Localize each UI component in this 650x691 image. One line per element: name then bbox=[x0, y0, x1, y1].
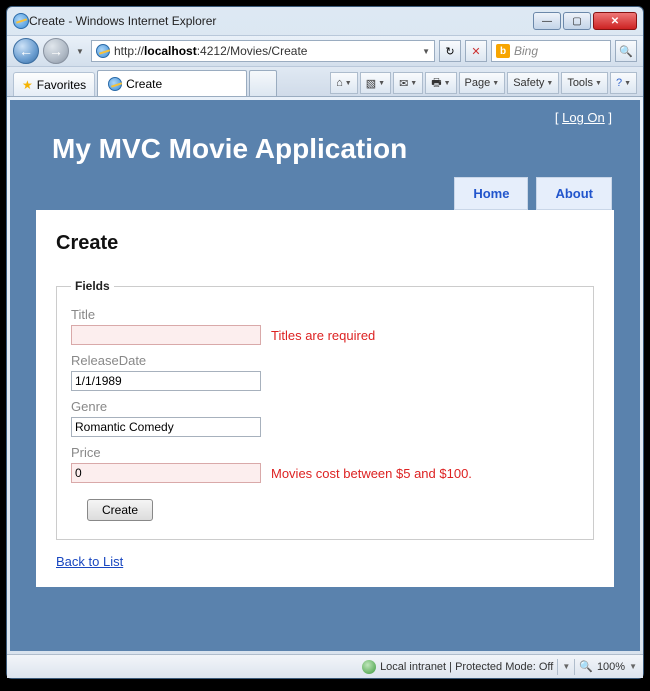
zone-text: Local intranet | Protected Mode: Off bbox=[380, 661, 553, 673]
home-toolbar-button[interactable]: ⌂▼ bbox=[330, 72, 358, 94]
favorites-label: Favorites bbox=[37, 78, 86, 92]
logon-bracket-close: ] bbox=[605, 110, 612, 125]
price-input[interactable] bbox=[71, 463, 261, 483]
ie-window: Create - Windows Internet Explorer — ▢ ✕… bbox=[6, 6, 644, 679]
back-button[interactable]: ← bbox=[13, 38, 39, 64]
feeds-button[interactable]: ▧▼ bbox=[360, 72, 391, 94]
fieldset-legend: Fields bbox=[71, 279, 114, 293]
tools-menu[interactable]: Tools▼ bbox=[561, 72, 608, 94]
rss-icon: ▧ bbox=[366, 77, 376, 90]
nav-home[interactable]: Home bbox=[454, 177, 528, 210]
url-text: http://localhost:4212/Movies/Create bbox=[114, 44, 418, 58]
logon-row: [ Log On ] bbox=[10, 100, 640, 129]
home-icon: ⌂ bbox=[336, 77, 343, 89]
favorites-button[interactable]: ★ Favorites bbox=[13, 72, 95, 96]
stop-button[interactable]: ✕ bbox=[465, 40, 487, 62]
search-box[interactable]: b Bing bbox=[491, 40, 611, 62]
tab-favicon bbox=[108, 77, 122, 91]
releasedate-input[interactable] bbox=[71, 371, 261, 391]
price-label: Price bbox=[71, 445, 579, 460]
search-placeholder: Bing bbox=[514, 44, 538, 58]
title-error: Titles are required bbox=[271, 328, 375, 343]
zone-icon bbox=[362, 660, 376, 674]
logon-link[interactable]: Log On bbox=[562, 110, 605, 125]
new-tab-button[interactable] bbox=[249, 70, 277, 96]
address-bar[interactable]: http://localhost:4212/Movies/Create ▼ bbox=[91, 40, 435, 62]
address-dropdown-icon[interactable]: ▼ bbox=[422, 47, 430, 56]
protected-mode-dropdown[interactable]: ▼ bbox=[562, 662, 570, 671]
create-button[interactable]: Create bbox=[87, 499, 153, 521]
app-title: My MVC Movie Application bbox=[10, 129, 640, 177]
page-icon bbox=[96, 44, 110, 58]
window-title: Create - Windows Internet Explorer bbox=[29, 14, 533, 28]
safety-menu-label: Safety bbox=[513, 77, 544, 89]
tab-create[interactable]: Create bbox=[97, 70, 247, 96]
back-to-list-link[interactable]: Back to List bbox=[56, 554, 594, 569]
help-button[interactable]: ?▼ bbox=[610, 72, 637, 94]
page-menu-label: Page bbox=[465, 77, 491, 89]
tabs-row: ★ Favorites Create ⌂▼ ▧▼ ✉▼ 🖶▼ Page▼ Saf… bbox=[7, 67, 643, 97]
releasedate-label: ReleaseDate bbox=[71, 353, 579, 368]
url-scheme: http:// bbox=[114, 44, 144, 58]
safety-menu[interactable]: Safety▼ bbox=[507, 72, 559, 94]
mail-icon: ✉ bbox=[399, 77, 408, 90]
print-icon: 🖶 bbox=[431, 74, 441, 93]
maximize-button[interactable]: ▢ bbox=[563, 12, 591, 30]
nav-history-dropdown[interactable]: ▼ bbox=[73, 41, 87, 61]
tools-menu-label: Tools bbox=[567, 77, 593, 89]
minimize-button[interactable]: — bbox=[533, 12, 561, 30]
page-heading: Create bbox=[56, 232, 594, 255]
page-viewport[interactable]: [ Log On ] My MVC Movie Application Home… bbox=[10, 100, 640, 651]
search-go-button[interactable]: 🔍 bbox=[615, 40, 637, 62]
window-buttons: — ▢ ✕ bbox=[533, 12, 637, 30]
page-menu[interactable]: Page▼ bbox=[459, 72, 506, 94]
url-host: localhost bbox=[144, 44, 197, 58]
navbar: Home About bbox=[10, 177, 640, 210]
genre-input[interactable] bbox=[71, 417, 261, 437]
zoom-dropdown[interactable]: ▼ bbox=[629, 662, 637, 671]
content-area: [ Log On ] My MVC Movie Application Home… bbox=[7, 97, 643, 654]
fields-fieldset: Fields Title Titles are required Release… bbox=[56, 279, 594, 540]
ie-icon bbox=[13, 13, 29, 29]
zoom-icon: 🔍 bbox=[579, 660, 593, 673]
tab-title: Create bbox=[126, 77, 162, 91]
forward-button[interactable]: → bbox=[43, 38, 69, 64]
title-label: Title bbox=[71, 307, 579, 322]
page-body: Create Fields Title Titles are required … bbox=[36, 210, 614, 587]
statusbar: Local intranet | Protected Mode: Off ▼ 🔍… bbox=[7, 654, 643, 678]
genre-label: Genre bbox=[71, 399, 579, 414]
nav-row: ← → ▼ http://localhost:4212/Movies/Creat… bbox=[7, 35, 643, 67]
print-button[interactable]: 🖶▼ bbox=[425, 72, 456, 94]
star-icon: ★ bbox=[22, 78, 33, 92]
title-input[interactable] bbox=[71, 325, 261, 345]
zoom-level: 100% bbox=[597, 661, 625, 673]
refresh-button[interactable]: ↻ bbox=[439, 40, 461, 62]
help-icon: ? bbox=[616, 77, 622, 89]
titlebar: Create - Windows Internet Explorer — ▢ ✕ bbox=[7, 7, 643, 35]
price-error: Movies cost between $5 and $100. bbox=[271, 466, 472, 481]
url-port: :4212 bbox=[197, 44, 227, 58]
mail-button[interactable]: ✉▼ bbox=[393, 72, 423, 94]
nav-about[interactable]: About bbox=[536, 177, 612, 210]
close-button[interactable]: ✕ bbox=[593, 12, 637, 30]
url-path: /Movies/Create bbox=[227, 44, 308, 58]
bing-icon: b bbox=[496, 44, 510, 58]
